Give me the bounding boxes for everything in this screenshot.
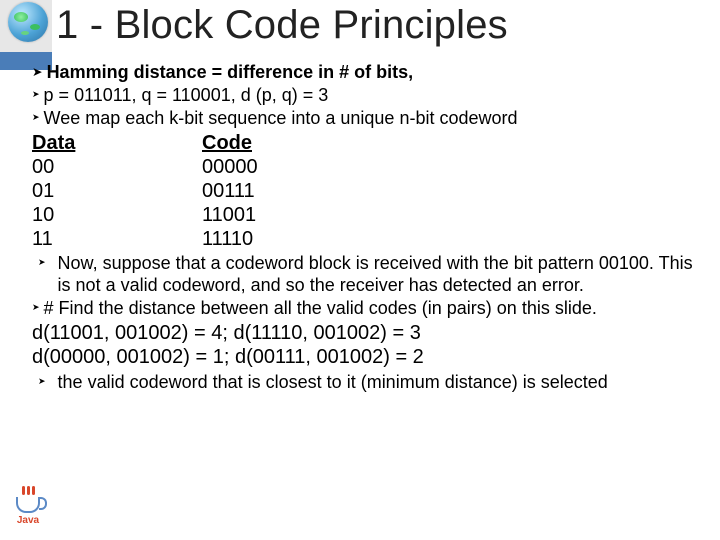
java-logo-icon: Java: [6, 486, 50, 526]
bullet-hamming: ➤ Hamming distance = difference in # of …: [32, 62, 702, 84]
bullet-now-suppose: ➤ Now, suppose that a codeword block is …: [32, 253, 702, 297]
chevron-icon: ➤: [32, 65, 43, 80]
text: Hamming: [47, 62, 129, 82]
chevron-icon: ➤: [38, 257, 46, 268]
text: distance = difference in # of bits,: [134, 62, 414, 82]
chevron-icon: ➤: [32, 112, 40, 123]
table-cell: 11110: [202, 227, 702, 251]
text: Wee map each k-bit sequence into a uniqu…: [44, 108, 518, 130]
table-cell: 11: [32, 227, 202, 251]
java-label: Java: [6, 515, 50, 526]
table-cell: 11001: [202, 203, 702, 227]
bullet-closest: ➤ the valid codeword that is closest to …: [32, 372, 702, 394]
table-header-data: Data: [32, 131, 202, 155]
slide-title: 1 - Block Code Principles: [56, 0, 706, 54]
code-table: Data Code 0000000 0100111 1011001 111111…: [32, 131, 702, 251]
table-cell: 00000: [202, 155, 702, 179]
text: Now, suppose that a codeword block is re…: [58, 253, 702, 297]
distance-line-2: d(00000, 001002) = 1; d(00111, 001002) =…: [32, 345, 702, 369]
table-cell: 01: [32, 179, 202, 203]
chevron-icon: ➤: [38, 376, 46, 387]
bullet-example-pq: ➤ p = 011011, q = 110001, d (p, q) = 3: [32, 85, 702, 107]
chevron-icon: ➤: [32, 89, 40, 100]
table-cell: 00111: [202, 179, 702, 203]
bullet-exercise: ➤ # Find the distance between all the va…: [32, 298, 702, 320]
chevron-icon: ➤: [32, 302, 40, 313]
text: the valid codeword that is closest to it…: [58, 372, 608, 394]
bullet-map: ➤ Wee map each k-bit sequence into a uni…: [32, 108, 702, 130]
table-cell: 00: [32, 155, 202, 179]
slide-body: ➤ Hamming distance = difference in # of …: [32, 62, 702, 394]
text: p = 011011, q = 110001, d (p, q) = 3: [44, 85, 329, 107]
globe-icon: [8, 2, 48, 42]
table-header-code: Code: [202, 131, 702, 155]
distance-line-1: d(11001, 001002) = 4; d(11110, 001002) =…: [32, 321, 702, 345]
table-cell: 10: [32, 203, 202, 227]
slide: 1 - Block Code Principles ➤ Hamming dist…: [0, 0, 720, 540]
text: # Find the distance between all the vali…: [44, 298, 597, 320]
